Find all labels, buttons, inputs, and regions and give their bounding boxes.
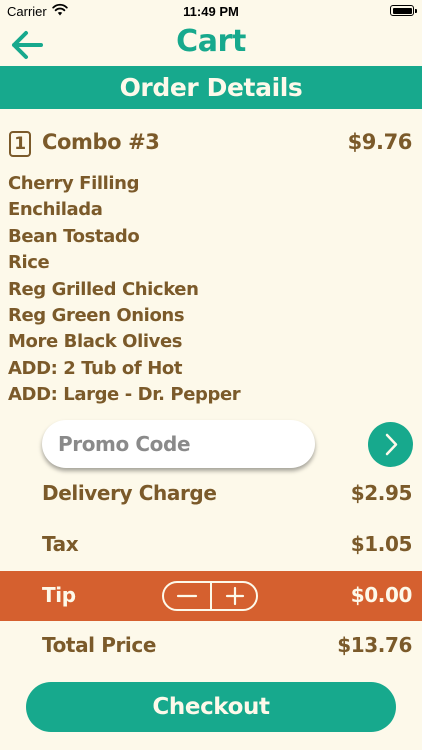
quantity-badge: 1 — [9, 131, 31, 157]
tax-value: $1.05 — [350, 532, 413, 556]
plus-icon — [225, 586, 245, 606]
battery-icon — [390, 5, 417, 16]
tip-value: $0.00 — [350, 583, 413, 607]
list-item: ADD: Large - Dr. Pepper — [8, 384, 241, 406]
promo-submit-button[interactable] — [368, 422, 413, 467]
list-item: ADD: 2 Tub of Hot — [8, 357, 183, 379]
tip-row: Tip $0.00 — [0, 571, 422, 621]
list-item: Cherry Filling — [8, 173, 140, 194]
chevron-right-icon — [385, 433, 398, 456]
tip-decrease-button[interactable] — [164, 583, 210, 609]
combo-price: $9.76 — [347, 130, 413, 154]
delivery-charge-label: Delivery Charge — [42, 481, 217, 505]
clock: 11:49 PM — [183, 4, 239, 19]
promo-code-input[interactable] — [42, 420, 315, 468]
tip-stepper — [162, 581, 258, 611]
total-price-value: $13.76 — [337, 633, 412, 657]
list-item: More Black Olives — [8, 331, 183, 353]
delivery-charge-value: $2.95 — [350, 481, 413, 505]
minus-icon — [176, 594, 198, 598]
list-item: Reg Green Onions — [8, 304, 185, 326]
list-item: Enchilada — [8, 199, 103, 221]
total-price-label: Total Price — [42, 633, 156, 657]
combo-items-list: Cherry Filling Enchilada Bean Tostado Ri… — [8, 171, 241, 409]
order-details-banner: Order Details — [0, 66, 422, 109]
tax-label: Tax — [42, 532, 79, 556]
combo-name: Combo #3 — [42, 130, 160, 154]
page-title: Cart — [176, 24, 246, 59]
list-item: Bean Tostado — [8, 225, 140, 247]
list-item: Rice — [8, 252, 50, 274]
checkout-button[interactable]: Checkout — [26, 682, 396, 732]
status-bar: Carrier 11:49 PM — [0, 0, 422, 22]
tip-increase-button[interactable] — [212, 583, 258, 609]
list-item: Reg Grilled Chicken — [8, 278, 199, 300]
tip-label: Tip — [42, 583, 76, 607]
